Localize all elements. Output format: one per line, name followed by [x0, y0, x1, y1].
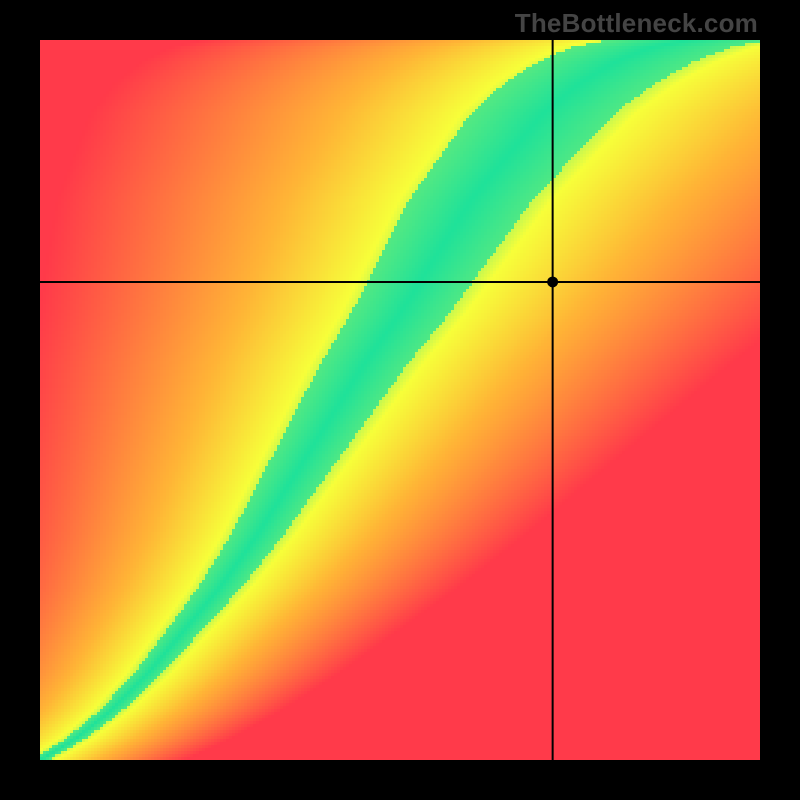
crosshair-overlay [40, 40, 760, 760]
watermark-text: TheBottleneck.com [515, 8, 758, 39]
heatmap-plot [40, 40, 760, 760]
chart-frame: TheBottleneck.com [0, 0, 800, 800]
